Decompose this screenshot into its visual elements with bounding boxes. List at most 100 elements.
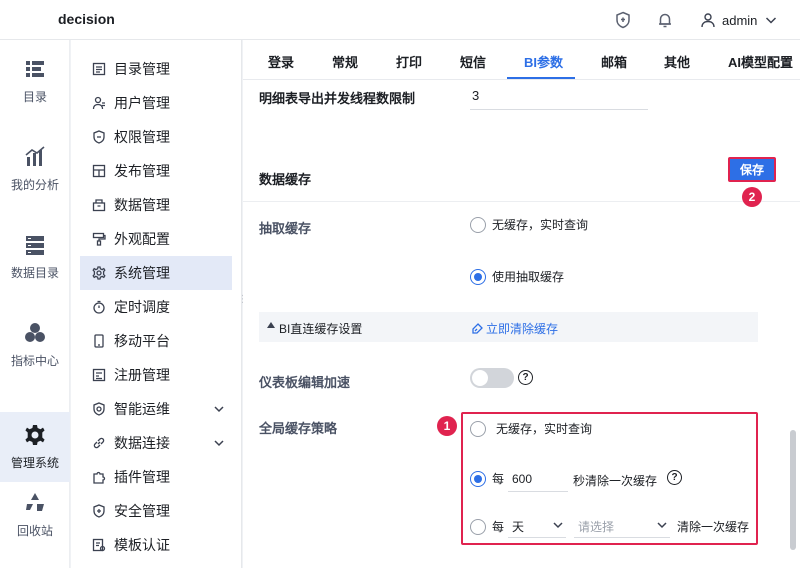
tab-mail[interactable]: 邮箱: [601, 52, 627, 71]
tab-login[interactable]: 登录: [268, 52, 294, 71]
period-unit-value: 天: [512, 520, 525, 534]
submenu-item-publish[interactable]: 发布管理: [80, 154, 232, 188]
section-title: 数据缓存: [259, 172, 312, 187]
database-icon: [26, 235, 44, 255]
global-radio-every-day[interactable]: 每: [470, 518, 504, 535]
detail-export-label: 明细表导出并发线程数限制: [259, 91, 416, 106]
help-icon[interactable]: ?: [518, 370, 533, 385]
global-radio-every-seconds[interactable]: 每: [470, 470, 504, 487]
list-icon: [26, 60, 44, 77]
primary-nav: 目录 我的分析 数据目录 指标中心 管理系统 回收站: [0, 40, 70, 568]
brush-icon: [92, 232, 106, 246]
data-cache-card: 数据缓存 保存 2 抽取缓存 无缓存，实时查询 使用抽取缓存 BI直连缓存设置 …: [243, 150, 800, 568]
save-button[interactable]: 保存: [728, 157, 776, 182]
link-icon: [93, 437, 105, 449]
user-icon: [701, 13, 715, 28]
chevron-down-icon: [657, 522, 667, 529]
rail-item-admin[interactable]: 管理系统: [0, 412, 70, 482]
submenu-item-permission[interactable]: 权限管理: [80, 120, 232, 154]
direct-cache-title: BI直连缓存设置: [279, 322, 363, 336]
detail-export-input[interactable]: [470, 82, 648, 110]
tab-other[interactable]: 其他: [664, 52, 690, 71]
period-unit-select[interactable]: 天: [508, 512, 566, 538]
shield-icon[interactable]: [614, 11, 632, 29]
recycle-icon: [26, 492, 44, 511]
shield-icon: [93, 130, 105, 144]
submenu-item-plugins[interactable]: 插件管理: [80, 460, 232, 494]
active-tab-indicator: [507, 77, 575, 79]
global-cache-strategy-box: 无缓存，实时查询 每 秒清除一次缓存 ? 每 天 请选择 清除一次缓存: [461, 412, 758, 545]
tab-ai-model[interactable]: AI模型配置: [728, 52, 793, 71]
rail-item-my-analysis[interactable]: 我的分析: [0, 134, 70, 204]
submenu-item-system-manage[interactable]: 系统管理: [80, 256, 232, 290]
dashboard-accel-label: 仪表板编辑加速: [259, 375, 351, 390]
ops-icon: [93, 402, 105, 416]
callout-badge-2: 2: [742, 187, 762, 207]
callout-badge-1: 1: [437, 416, 457, 436]
submenu-item-template-cert[interactable]: 模板认证: [80, 528, 232, 562]
submenu-item-data-manage[interactable]: 数据管理: [80, 188, 232, 222]
caret-up-icon: [267, 322, 275, 328]
seconds-input[interactable]: [508, 466, 568, 492]
extract-cache-label: 抽取缓存: [259, 221, 312, 236]
register-icon: [92, 368, 106, 382]
rail-item-metric-center[interactable]: 指标中心: [0, 310, 70, 380]
chevron-down-icon: [214, 440, 224, 447]
bell-icon[interactable]: [656, 11, 674, 29]
help-icon[interactable]: ?: [667, 470, 682, 485]
submenu-item-mobile[interactable]: 移动平台: [80, 324, 232, 358]
day-suffix: 清除一次缓存: [677, 520, 750, 534]
layout-icon: [92, 164, 106, 178]
gear-icon: [92, 266, 106, 280]
radio-circle-checked: [470, 268, 486, 285]
extract-radio-use-cache[interactable]: 使用抽取缓存: [470, 268, 564, 285]
puzzle-icon: [93, 471, 106, 484]
radio-circle: [470, 216, 486, 233]
tab-general[interactable]: 常规: [332, 52, 358, 71]
chevron-down-icon: [766, 17, 777, 24]
seconds-suffix: 秒清除一次缓存: [573, 474, 658, 488]
dashboard-accel-toggle[interactable]: [470, 368, 514, 388]
submenu-item-catalog-manage[interactable]: 目录管理: [80, 52, 232, 86]
section-header: 数据缓存 保存 2: [243, 150, 800, 207]
tab-print[interactable]: 打印: [396, 52, 422, 71]
submenu-item-user-manage[interactable]: 用户管理: [80, 86, 232, 120]
period-time-select[interactable]: 请选择: [574, 512, 670, 538]
submenu-item-schedule[interactable]: 定时调度: [80, 290, 232, 324]
top-bar: decision admin: [0, 0, 800, 40]
brush-icon: [472, 322, 483, 334]
chevron-down-icon: [553, 522, 563, 529]
global-cache-label: 全局缓存策略: [259, 421, 338, 436]
list-box-icon: [92, 62, 106, 76]
radio-circle: [470, 420, 486, 437]
certificate-icon: [92, 538, 106, 552]
submenu-item-ops[interactable]: 智能运维: [80, 392, 232, 426]
direct-cache-collapse[interactable]: BI直连缓存设置 立即清除缓存: [259, 312, 758, 342]
radio-circle: [470, 518, 486, 535]
chevron-down-icon: [214, 406, 224, 413]
submenu-item-data-connection[interactable]: 数据连接: [80, 426, 232, 460]
clear-cache-link[interactable]: 立即清除缓存: [471, 320, 558, 337]
extract-radio-no-cache[interactable]: 无缓存，实时查询: [470, 216, 588, 233]
box-icon: [92, 199, 106, 212]
tab-bi-params[interactable]: BI参数: [524, 52, 563, 71]
vertical-scrollbar[interactable]: [790, 430, 796, 550]
secondary-nav: 目录管理 用户管理 权限管理 发布管理 数据管理 外观配置 系统管理 定时调度 …: [71, 40, 242, 568]
global-radio-no-cache[interactable]: 无缓存，实时查询: [470, 420, 592, 437]
submenu-item-security[interactable]: 安全管理: [80, 494, 232, 528]
period-time-placeholder: 请选择: [578, 520, 615, 534]
security-icon: [93, 504, 105, 518]
rail-item-catalog[interactable]: 目录: [0, 46, 70, 116]
rail-item-recycle[interactable]: 回收站: [0, 480, 70, 550]
user-menu[interactable]: admin: [700, 10, 779, 30]
gear-icon: [25, 424, 45, 445]
cubes-icon: [25, 322, 45, 342]
rail-item-data-catalog[interactable]: 数据目录: [0, 222, 70, 292]
settings-tabs: 登录 常规 打印 短信 BI参数 邮箱 其他 AI模型配置: [243, 40, 800, 80]
timer-icon: [93, 300, 105, 314]
submenu-item-appearance[interactable]: 外观配置: [80, 222, 232, 256]
submenu-item-register[interactable]: 注册管理: [80, 358, 232, 392]
radio-circle-checked: [470, 470, 486, 487]
main-content: 登录 常规 打印 短信 BI参数 邮箱 其他 AI模型配置 明细表导出并发线程数…: [243, 40, 800, 568]
tab-sms[interactable]: 短信: [460, 52, 486, 71]
